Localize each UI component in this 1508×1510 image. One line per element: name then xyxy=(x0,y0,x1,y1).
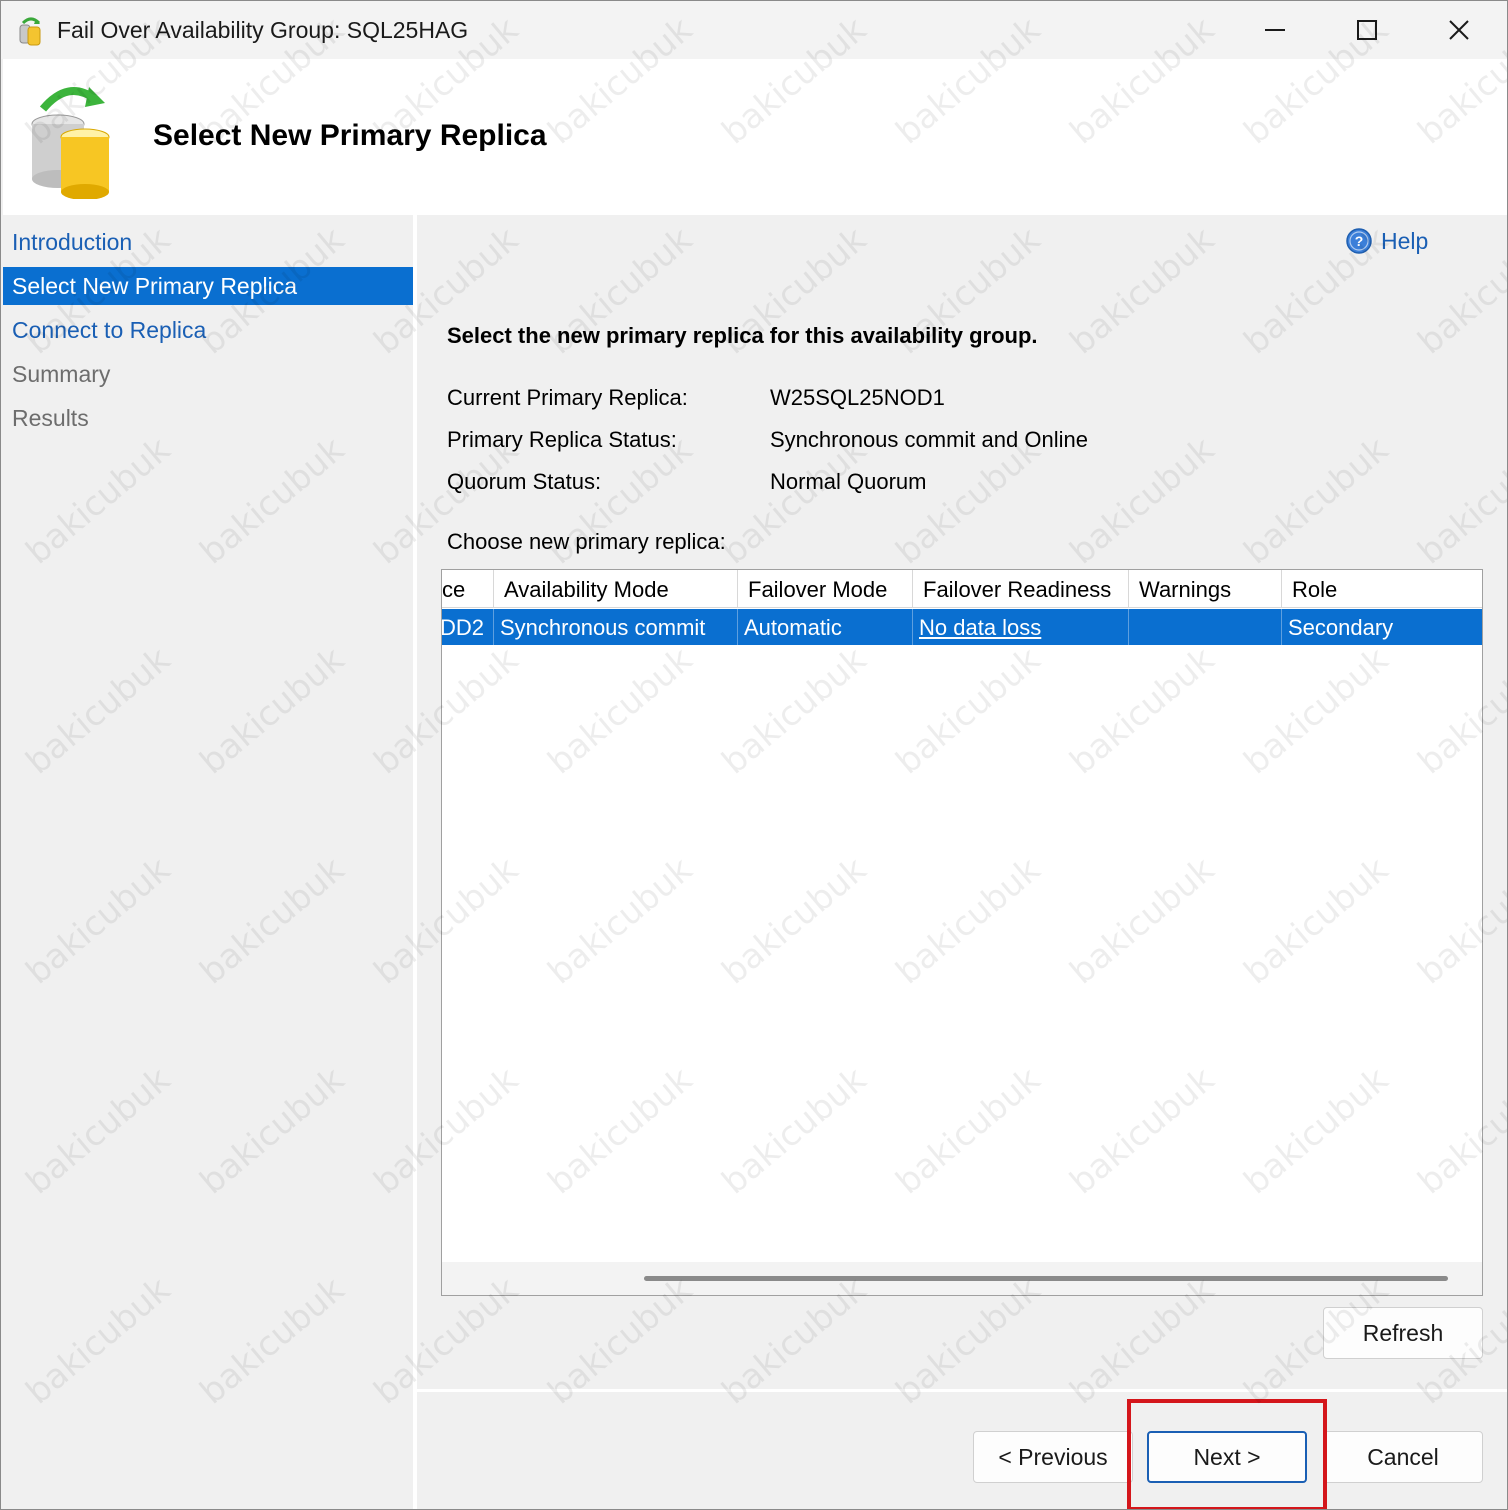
choose-replica-label: Choose new primary replica: xyxy=(447,529,726,554)
close-button[interactable] xyxy=(1413,1,1505,59)
wizard-sidebar: Introduction Select New Primary Replica … xyxy=(3,215,413,1509)
maximize-button[interactable] xyxy=(1321,1,1413,59)
database-failover-large-icon xyxy=(31,87,110,199)
grid-header: ce Availability Mode Failover Mode Failo… xyxy=(442,570,1482,608)
current-primary-replica-value: W25SQL25NOD1 xyxy=(770,385,945,410)
sidebar-item-summary: Summary xyxy=(12,361,111,387)
title-bar: Fail Over Availability Group: SQL25HAG xyxy=(1,1,1507,59)
database-failover-icon xyxy=(19,17,41,46)
wizard-header: Select New Primary Replica xyxy=(3,59,1507,215)
maximize-icon xyxy=(1357,20,1377,40)
help-label[interactable]: Help xyxy=(1381,228,1428,255)
column-header-server-instance[interactable]: ce xyxy=(442,570,494,608)
table-row[interactable]: DD2 Synchronous commit Automatic No data… xyxy=(442,609,1482,645)
footer-divider xyxy=(417,1389,1507,1392)
wizard-main-panel: ? Help Select the new primary replica fo… xyxy=(417,215,1507,1509)
cell-failover-mode: Automatic xyxy=(738,609,913,645)
failover-readiness-link[interactable]: No data loss xyxy=(919,615,1041,640)
help-link[interactable]: ? Help xyxy=(1345,227,1428,255)
instruction-text: Select the new primary replica for this … xyxy=(447,323,1038,348)
primary-replica-status-value: Synchronous commit and Online xyxy=(770,427,1088,452)
next-button-highlight xyxy=(1127,1399,1327,1509)
page-title: Select New Primary Replica xyxy=(153,119,547,152)
horizontal-scrollbar-thumb[interactable] xyxy=(644,1276,1448,1281)
close-icon xyxy=(1449,20,1469,40)
primary-replica-status-label: Primary Replica Status: xyxy=(447,427,677,452)
cell-server-instance: DD2 xyxy=(442,609,494,645)
cell-availability-mode: Synchronous commit xyxy=(494,609,738,645)
column-header-failover-readiness[interactable]: Failover Readiness xyxy=(913,570,1129,608)
cell-role: Secondary xyxy=(1288,615,1394,640)
column-header-failover-mode[interactable]: Failover Mode xyxy=(738,570,913,608)
cancel-button[interactable]: Cancel xyxy=(1323,1431,1483,1483)
help-icon: ? xyxy=(1346,228,1372,254)
refresh-button[interactable]: Refresh xyxy=(1323,1307,1483,1359)
sidebar-item-results: Results xyxy=(12,405,89,431)
replica-grid[interactable]: ce Availability Mode Failover Mode Failo… xyxy=(441,569,1483,1296)
minimize-button[interactable] xyxy=(1229,1,1321,59)
sidebar-item-connect-to-replica[interactable]: Connect to Replica xyxy=(3,311,413,349)
cell-failover-readiness: No data loss xyxy=(913,609,1129,645)
previous-button[interactable]: < Previous xyxy=(973,1431,1133,1483)
cell-warnings xyxy=(1129,609,1282,645)
column-header-availability-mode[interactable]: Availability Mode xyxy=(494,570,738,608)
column-header-role[interactable]: Role xyxy=(1282,570,1482,608)
column-header-warnings[interactable]: Warnings xyxy=(1129,570,1282,608)
sidebar-item-select-new-primary-replica[interactable]: Select New Primary Replica xyxy=(3,267,413,305)
window-title: Fail Over Availability Group: SQL25HAG xyxy=(57,17,469,43)
failover-wizard-window: Fail Over Availability Group: SQL25HAG S… xyxy=(0,0,1508,1510)
current-primary-replica-label: Current Primary Replica: xyxy=(447,385,688,410)
sidebar-item-introduction[interactable]: Introduction xyxy=(3,223,413,261)
quorum-status-label: Quorum Status: xyxy=(447,469,602,494)
svg-text:?: ? xyxy=(1355,233,1364,249)
minimize-icon xyxy=(1265,29,1285,31)
quorum-status-value: Normal Quorum xyxy=(770,469,927,494)
